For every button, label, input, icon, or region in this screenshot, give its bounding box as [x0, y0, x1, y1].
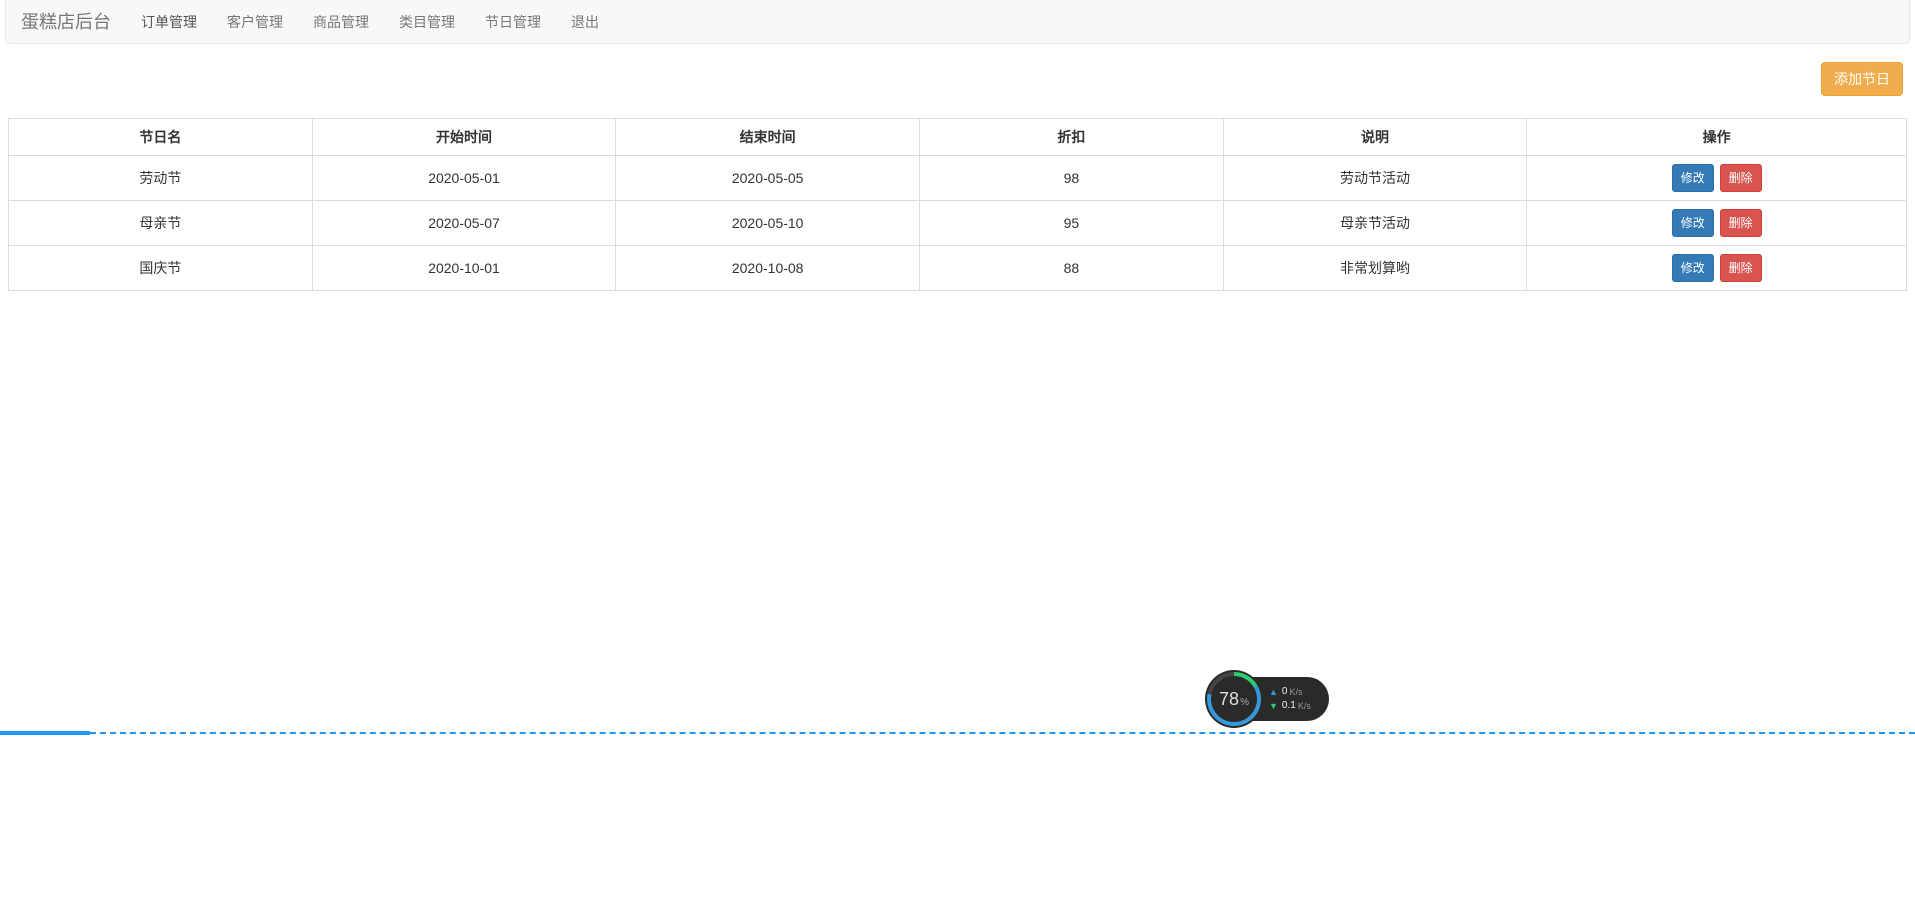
nav-item-logout[interactable]: 退出 — [556, 0, 614, 44]
cell-name: 劳动节 — [9, 156, 313, 201]
cell-start: 2020-05-01 — [312, 156, 616, 201]
upload-unit: K/s — [1289, 685, 1302, 699]
col-op: 操作 — [1527, 119, 1907, 156]
cell-desc: 非常划算哟 — [1223, 246, 1527, 291]
nav-item-categories[interactable]: 类目管理 — [384, 0, 470, 44]
navbar: 蛋糕店后台 订单管理 客户管理 商品管理 类目管理 节日管理 退出 — [5, 0, 1910, 44]
nav-link[interactable]: 商品管理 — [298, 0, 384, 44]
cell-desc: 母亲节活动 — [1223, 201, 1527, 246]
download-value: 0.1 — [1282, 699, 1296, 713]
download-unit: K/s — [1298, 699, 1311, 713]
col-desc: 说明 — [1223, 119, 1527, 156]
add-festival-button[interactable]: 添加节日 — [1821, 62, 1903, 96]
col-name: 节日名 — [9, 119, 313, 156]
nav-item-products[interactable]: 商品管理 — [298, 0, 384, 44]
system-download: ▼ 0.1 K/s — [1269, 699, 1311, 713]
cell-end: 2020-05-10 — [616, 201, 920, 246]
nav-link[interactable]: 订单管理 — [126, 0, 212, 44]
edit-button[interactable]: 修改 — [1672, 164, 1714, 192]
cell-op: 修改 删除 — [1527, 156, 1907, 201]
nav-item-customers[interactable]: 客户管理 — [212, 0, 298, 44]
cell-discount: 88 — [920, 246, 1224, 291]
festival-table: 节日名 开始时间 结束时间 折扣 说明 操作 劳动节2020-05-012020… — [8, 118, 1907, 291]
edit-button[interactable]: 修改 — [1672, 209, 1714, 237]
nav-link[interactable]: 节日管理 — [470, 0, 556, 44]
cell-discount: 98 — [920, 156, 1224, 201]
cell-name: 母亲节 — [9, 201, 313, 246]
cell-desc: 劳动节活动 — [1223, 156, 1527, 201]
table-row: 劳动节2020-05-012020-05-0598劳动节活动修改 删除 — [9, 156, 1907, 201]
arrow-down-icon: ▼ — [1269, 699, 1278, 713]
bottom-progress-segment — [0, 731, 90, 735]
nav-link[interactable]: 退出 — [556, 0, 614, 44]
system-gauge: 78% — [1205, 670, 1263, 728]
table-header-row: 节日名 开始时间 结束时间 折扣 说明 操作 — [9, 119, 1907, 156]
delete-button[interactable]: 删除 — [1720, 209, 1762, 237]
system-percent: 78% — [1205, 670, 1263, 728]
main-container: 添加节日 节日名 开始时间 结束时间 折扣 说明 操作 劳动节2020-05-0… — [0, 62, 1915, 291]
delete-button[interactable]: 删除 — [1720, 164, 1762, 192]
col-discount: 折扣 — [920, 119, 1224, 156]
nav-item-orders[interactable]: 订单管理 — [126, 0, 212, 44]
nav-items: 订单管理 客户管理 商品管理 类目管理 节日管理 退出 — [126, 0, 614, 44]
nav-link[interactable]: 类目管理 — [384, 0, 470, 44]
col-start: 开始时间 — [312, 119, 616, 156]
cell-end: 2020-05-05 — [616, 156, 920, 201]
system-monitor-widget: 78% ▲ 0 K/s ▼ 0.1 K/s — [1205, 670, 1329, 728]
toolbar: 添加节日 — [8, 62, 1907, 96]
cell-name: 国庆节 — [9, 246, 313, 291]
table-body: 劳动节2020-05-012020-05-0598劳动节活动修改 删除母亲节20… — [9, 156, 1907, 291]
cell-end: 2020-10-08 — [616, 246, 920, 291]
arrow-up-icon: ▲ — [1269, 685, 1278, 699]
cell-start: 2020-10-01 — [312, 246, 616, 291]
cell-op: 修改 删除 — [1527, 246, 1907, 291]
system-percent-symbol: % — [1240, 697, 1249, 708]
navbar-brand: 蛋糕店后台 — [21, 0, 126, 44]
col-end: 结束时间 — [616, 119, 920, 156]
table-row: 国庆节2020-10-012020-10-0888非常划算哟修改 删除 — [9, 246, 1907, 291]
cell-op: 修改 删除 — [1527, 201, 1907, 246]
edit-button[interactable]: 修改 — [1672, 254, 1714, 282]
system-upload: ▲ 0 K/s — [1269, 685, 1311, 699]
table-row: 母亲节2020-05-072020-05-1095母亲节活动修改 删除 — [9, 201, 1907, 246]
bottom-dashed-line — [0, 732, 1915, 734]
nav-item-festivals[interactable]: 节日管理 — [470, 0, 556, 44]
system-percent-value: 78 — [1219, 689, 1239, 710]
cell-discount: 95 — [920, 201, 1224, 246]
nav-link[interactable]: 客户管理 — [212, 0, 298, 44]
delete-button[interactable]: 删除 — [1720, 254, 1762, 282]
upload-value: 0 — [1282, 685, 1288, 699]
cell-start: 2020-05-07 — [312, 201, 616, 246]
